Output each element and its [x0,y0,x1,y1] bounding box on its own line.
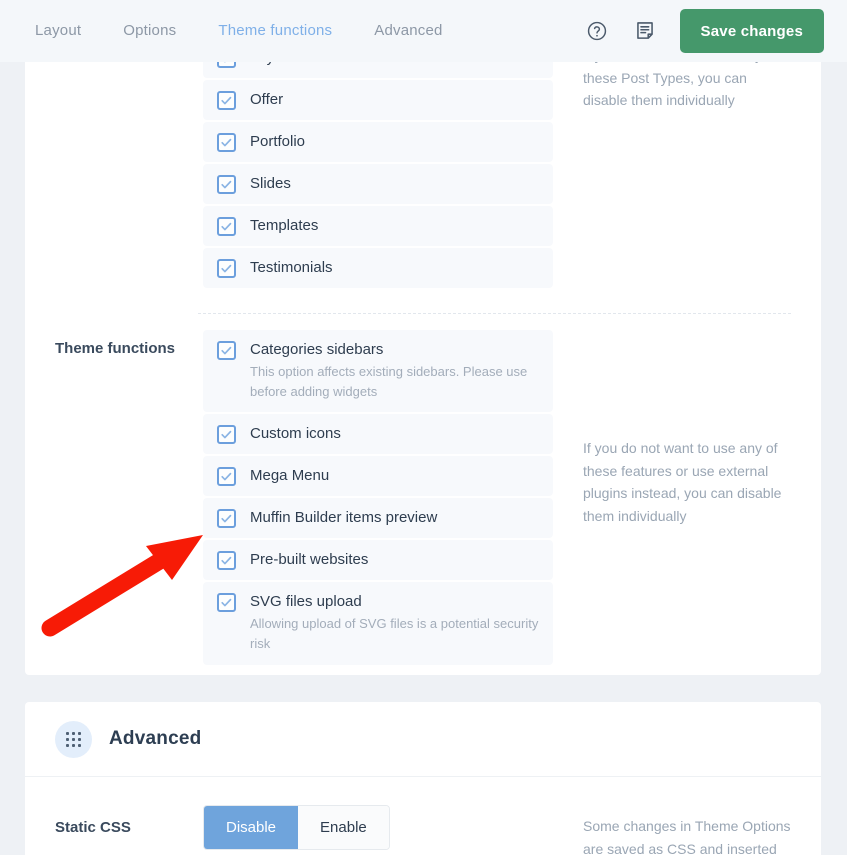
checkbox-text: Muffin Builder items preview [250,508,437,527]
checkbox-label: Offer [250,91,284,108]
checkbox-text: Custom icons [250,424,341,443]
theme-function-item-muffin-builder-items-preview[interactable]: Muffin Builder items preview [203,498,553,539]
theme-functions-checkbox-list: Categories sidebars This option affects e… [203,330,553,667]
checkbox-text: SVG files upload Allowing upload of SVG f… [250,592,539,654]
checkbox-text: Templates [250,216,318,235]
checkbox-text: Pre-built websites [250,550,368,569]
checkbox-label: Categories sidebars [250,341,384,358]
post-type-item-templates[interactable]: Templates [203,206,553,246]
top-toolbar: Layout Options Theme functions Advanced Sav… [0,0,847,62]
checkbox-text: Testimonials [250,258,333,277]
advanced-header: Advanced [25,702,821,777]
checkbox-checked-icon[interactable] [217,551,236,571]
theme-function-item-custom-icons[interactable]: Custom icons [203,414,553,455]
checkbox-label: Custom icons [250,425,341,443]
tab-bar: Layout Options Theme functions Advanced [35,0,485,62]
checkbox-text: Slides [250,174,291,193]
advanced-card: Advanced Static CSS Disable Enable Some c… [25,702,821,855]
checkbox-sublabel: This option affects existing sidebars. P… [250,364,528,400]
static-css-segmented-control[interactable]: Disable Enable [203,805,390,850]
checkbox-text: Categories sidebars This option affects e… [250,340,539,402]
static-css-field: Static CSS Disable Enable Some changes in… [25,777,821,855]
static-css-disable-button[interactable]: Disable [204,806,299,849]
checkbox-label: Pre-built websites [250,551,369,569]
dot-grid-icon [55,720,92,758]
checkbox-label: Portfolio [250,133,306,150]
tab-options[interactable]: Options [123,0,176,62]
checkbox-label: SVG files upload [250,593,362,611]
post-type-item-slides[interactable]: Slides [203,164,553,204]
theme-options-page: LayoutsOfferPortfolioSlidesTemplatesTest… [0,0,847,855]
advanced-title: Advanced [109,728,202,749]
checkbox-checked-icon[interactable] [217,509,236,529]
checkbox-label: Slides [250,175,291,192]
theme-function-item-svg-files-upload[interactable]: SVG files upload Allowing upload of SVG f… [203,582,553,665]
tab-advanced[interactable]: Advanced [374,0,442,62]
checkbox-label: Mega Menu [250,467,330,485]
checkbox-label: Muffin Builder items preview [250,509,438,527]
theme-functions-field: Theme functions Categories sidebars This … [25,330,821,667]
checkbox-text: Offer [250,90,283,109]
theme-functions-description: If you do not want to use any of these f… [583,440,782,525]
static-css-enable-button[interactable]: Enable [298,806,389,849]
checkbox-label: Testimonials [250,259,333,276]
checkbox-checked-icon[interactable] [217,259,236,278]
checkbox-checked-icon[interactable] [217,217,236,236]
theme-functions-card: LayoutsOfferPortfolioSlidesTemplatesTest… [25,0,821,675]
save-changes-button[interactable]: Save changes [679,9,824,53]
tab-layout[interactable]: Layout [35,0,81,62]
post-types-checkbox-list: LayoutsOfferPortfolioSlidesTemplatesTest… [203,38,553,290]
checkbox-checked-icon[interactable] [217,341,236,360]
theme-functions-card-body: LayoutsOfferPortfolioSlidesTemplatesTest… [25,0,821,667]
static-css-label: Static CSS [55,819,131,836]
tab-theme-functions[interactable]: Theme functions [218,0,332,62]
checkbox-checked-icon[interactable] [217,467,236,487]
post-type-item-offer[interactable]: Offer [203,80,553,120]
checkbox-label: Templates [250,217,319,234]
checkbox-checked-icon[interactable] [217,175,236,194]
theme-function-item-pre-built-websites[interactable]: Pre-built websites [203,540,553,581]
post-type-item-testimonials[interactable]: Testimonials [203,248,553,288]
theme-function-item-mega-menu[interactable]: Mega Menu [203,456,553,497]
theme-functions-label: Theme functions [55,340,176,357]
checkbox-checked-icon[interactable] [217,91,236,110]
theme-function-item-categories-sidebars[interactable]: Categories sidebars This option affects e… [203,330,553,413]
checkbox-checked-icon[interactable] [217,133,236,152]
static-css-toggle: Disable Enable [203,805,553,850]
post-type-item-portfolio[interactable]: Portfolio [203,122,553,162]
question-circle-icon[interactable] [584,18,610,44]
note-document-icon[interactable] [632,18,658,44]
toolbar-actions: Save changes [584,9,824,53]
checkbox-text: Mega Menu [250,466,329,485]
checkbox-text: Portfolio [250,132,305,151]
static-css-description: Some changes in Theme Options are saved … [583,818,791,855]
checkbox-checked-icon[interactable] [217,425,236,445]
checkbox-checked-icon[interactable] [217,593,236,613]
section-divider [198,313,791,314]
checkbox-sublabel: Allowing upload of SVG files is a potent… [250,616,539,652]
